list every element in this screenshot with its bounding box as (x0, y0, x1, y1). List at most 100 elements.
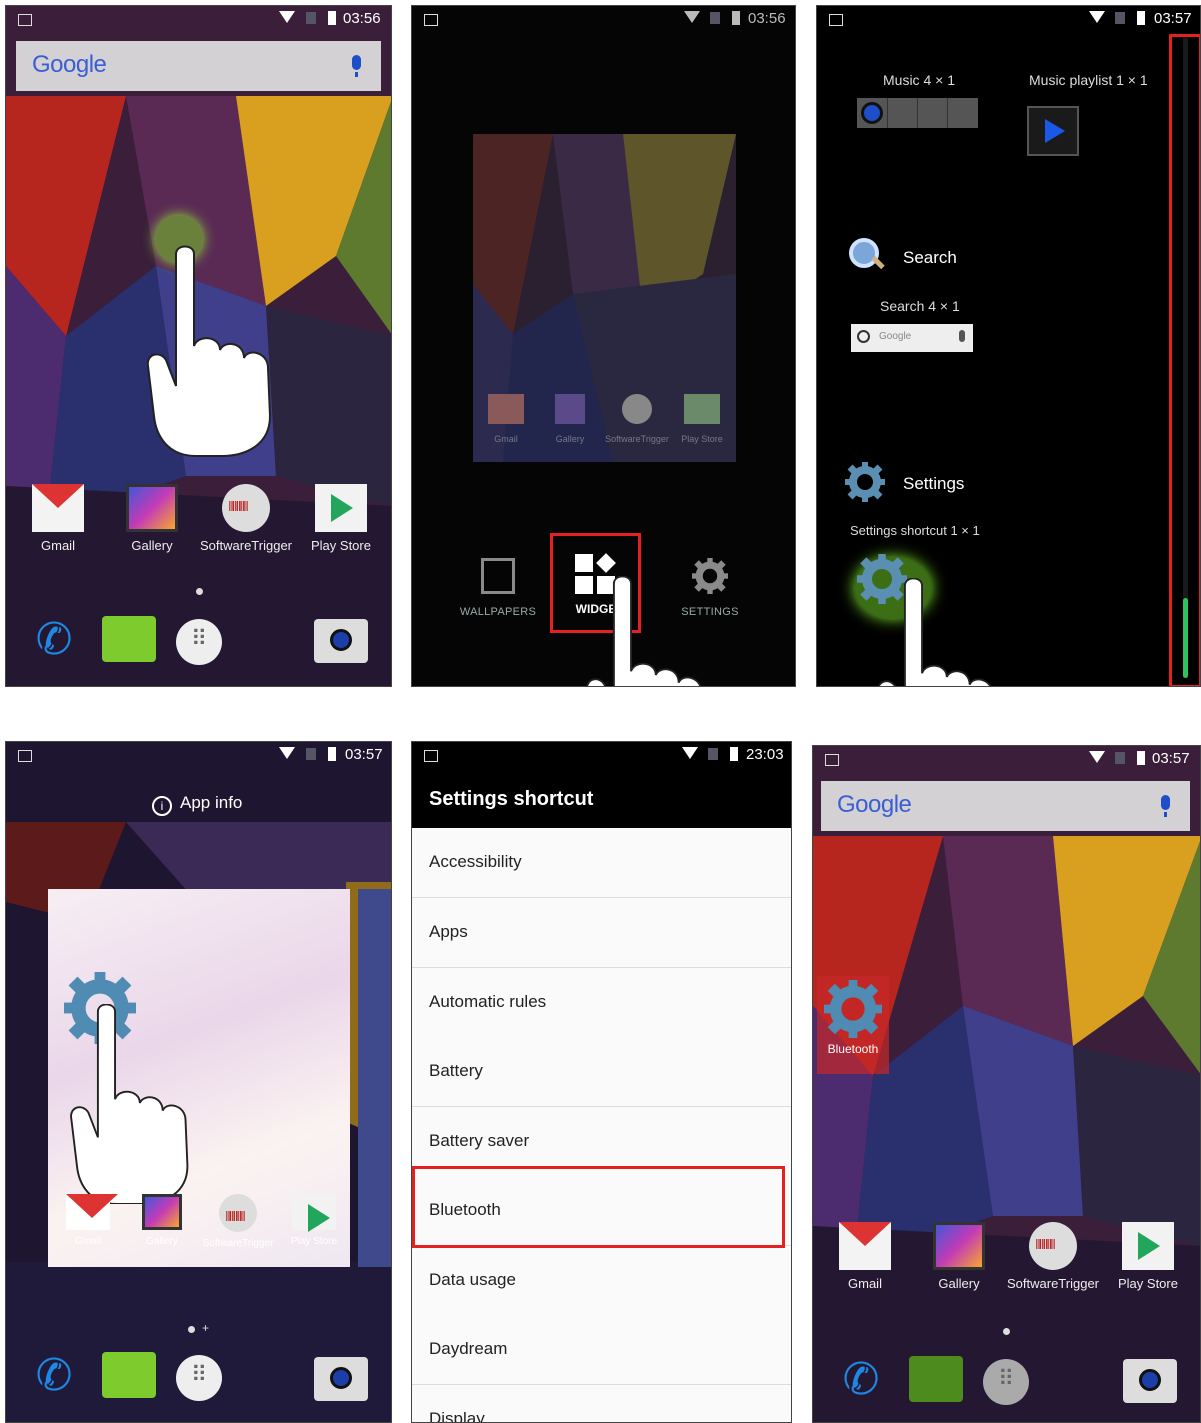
app-drawer-icon[interactable]: ⠿ (176, 1355, 222, 1401)
screen-settings-shortcut-list: 23:03 Settings shortcut Accessibility Ap… (411, 741, 792, 1423)
signal-icon (306, 748, 316, 760)
hand-pointer-icon (70, 1004, 189, 1204)
app-softwaretrigger[interactable]: SoftwareTrigger (1003, 1222, 1103, 1291)
bluetooth-shortcut[interactable]: Bluetooth (817, 976, 889, 1074)
signal-icon (306, 12, 316, 24)
page-indicator (188, 1326, 195, 1333)
play-icon (1045, 119, 1065, 143)
add-page-icon: + (202, 1321, 210, 1335)
softwaretrigger-icon (1029, 1222, 1077, 1270)
preview-app-play-store: Play Store (284, 1194, 344, 1247)
screen-home-with-shortcut: 03:57 Google Bluetooth Gmail Gallery Sof… (812, 745, 1201, 1423)
camera-icon[interactable] (314, 619, 368, 663)
wallpaper-icon (481, 558, 515, 594)
wifi-icon (682, 747, 698, 759)
messaging-icon[interactable] (909, 1356, 963, 1402)
gmail-icon (32, 484, 84, 532)
settings-widget-title: Settings (903, 474, 965, 493)
play-store-icon (292, 1194, 336, 1232)
wifi-icon (1089, 11, 1105, 23)
app-gallery[interactable]: Gallery (927, 1222, 991, 1291)
app-gmail[interactable]: Gmail (833, 1222, 897, 1291)
settings-widget-sublabel: Settings shortcut 1 × 1 (850, 523, 980, 538)
wifi-icon (1089, 751, 1105, 763)
list-item-automatic-rules[interactable]: Automatic rules (412, 968, 791, 1038)
app-drawer-icon[interactable]: ⠿ (983, 1359, 1029, 1405)
bluetooth-label: Bluetooth (827, 1042, 879, 1056)
status-bar: 03:57 (6, 742, 391, 768)
app-label: SoftwareTrigger (1007, 1276, 1099, 1291)
list-item-data-usage[interactable]: Data usage (412, 1246, 791, 1316)
messaging-icon[interactable] (102, 616, 156, 662)
page-indicator (1003, 1328, 1010, 1335)
list-item-apps[interactable]: Apps (412, 898, 791, 968)
app-label: Gallery (146, 1236, 178, 1247)
preview-app-gallery: Gallery (548, 394, 592, 444)
preview-app-softwaretrigger: SoftwareTrigger (602, 394, 672, 444)
app-label: Play Store (311, 538, 371, 553)
gmail-icon (66, 1194, 118, 1230)
status-time: 03:57 (1152, 750, 1190, 767)
search-widget-preview[interactable]: Google (851, 324, 973, 352)
battery-icon (1137, 751, 1145, 765)
list-item-accessibility[interactable]: Accessibility (412, 828, 791, 898)
list-item-label: Automatic rules (429, 992, 547, 1011)
list-item-daydream[interactable]: Daydream (412, 1315, 791, 1385)
mic-icon[interactable] (352, 55, 361, 77)
battery-icon (1137, 11, 1145, 25)
status-time: 23:03 (746, 746, 784, 763)
settings-gear-icon (845, 462, 885, 502)
preview-app-play-store: Play Store (678, 394, 726, 444)
music-playlist-preview[interactable] (1027, 106, 1079, 156)
hand-pointer-icon (586, 576, 705, 686)
list-item-label: Daydream (429, 1339, 508, 1358)
status-bar: 23:03 (412, 742, 791, 768)
list-item-label: Battery saver (429, 1131, 530, 1150)
list-item-label: Display (429, 1409, 485, 1423)
app-drawer-icon[interactable]: ⠿ (176, 619, 222, 665)
app-label: Gmail (74, 1236, 102, 1247)
app-gmail[interactable]: Gmail (26, 484, 90, 553)
phone-icon[interactable]: ✆ (835, 1354, 887, 1406)
image-notification-icon (18, 750, 32, 762)
preview-app-gmail: Gmail (484, 394, 528, 444)
wallpaper (813, 746, 1200, 1422)
phone-icon[interactable]: ✆ (28, 1350, 80, 1402)
app-label: SoftwareTrigger (200, 538, 292, 553)
status-time: 03:57 (1154, 10, 1192, 27)
preview-app-gmail: Gmail (62, 1194, 118, 1247)
list-item-display[interactable]: Display (412, 1385, 791, 1423)
gallery-icon (933, 1222, 985, 1270)
google-logo: Google (32, 51, 107, 78)
google-search-bar[interactable]: Google (821, 781, 1190, 831)
app-label: SoftwareTrigger (605, 434, 669, 444)
camera-icon[interactable] (1123, 1359, 1177, 1403)
app-softwaretrigger[interactable]: SoftwareTrigger (196, 484, 296, 553)
softwaretrigger-icon (622, 394, 652, 424)
gallery-icon (126, 484, 178, 532)
app-gallery[interactable]: Gallery (120, 484, 184, 553)
battery-icon (328, 747, 336, 761)
mic-icon[interactable] (1161, 795, 1170, 817)
app-info-button[interactable]: i App info (152, 793, 242, 816)
next-page-preview[interactable] (358, 889, 391, 1267)
status-bar: 03:56 (412, 6, 795, 32)
page-title: Settings shortcut (429, 788, 594, 810)
signal-icon (1115, 12, 1125, 24)
app-play-store[interactable]: Play Store (1113, 1222, 1183, 1291)
app-play-store[interactable]: Play Store (306, 484, 376, 553)
camera-icon[interactable] (314, 1357, 368, 1401)
messaging-icon[interactable] (102, 1352, 156, 1398)
music-widget-preview[interactable] (857, 98, 978, 128)
app-bar: 23:03 Settings shortcut (412, 742, 791, 828)
google-search-bar[interactable]: Google (16, 41, 381, 91)
app-label: Gmail (494, 434, 518, 444)
wallpapers-button[interactable]: WALLPAPERS (456, 558, 540, 620)
phone-icon[interactable]: ✆ (28, 614, 80, 666)
list-item-battery[interactable]: Battery (412, 1037, 791, 1107)
gmail-icon (839, 1222, 891, 1270)
status-time: 03:56 (343, 10, 381, 27)
mic-icon (959, 330, 965, 342)
play-store-icon (1122, 1222, 1174, 1270)
preview-app-gallery: Gallery (136, 1194, 188, 1247)
